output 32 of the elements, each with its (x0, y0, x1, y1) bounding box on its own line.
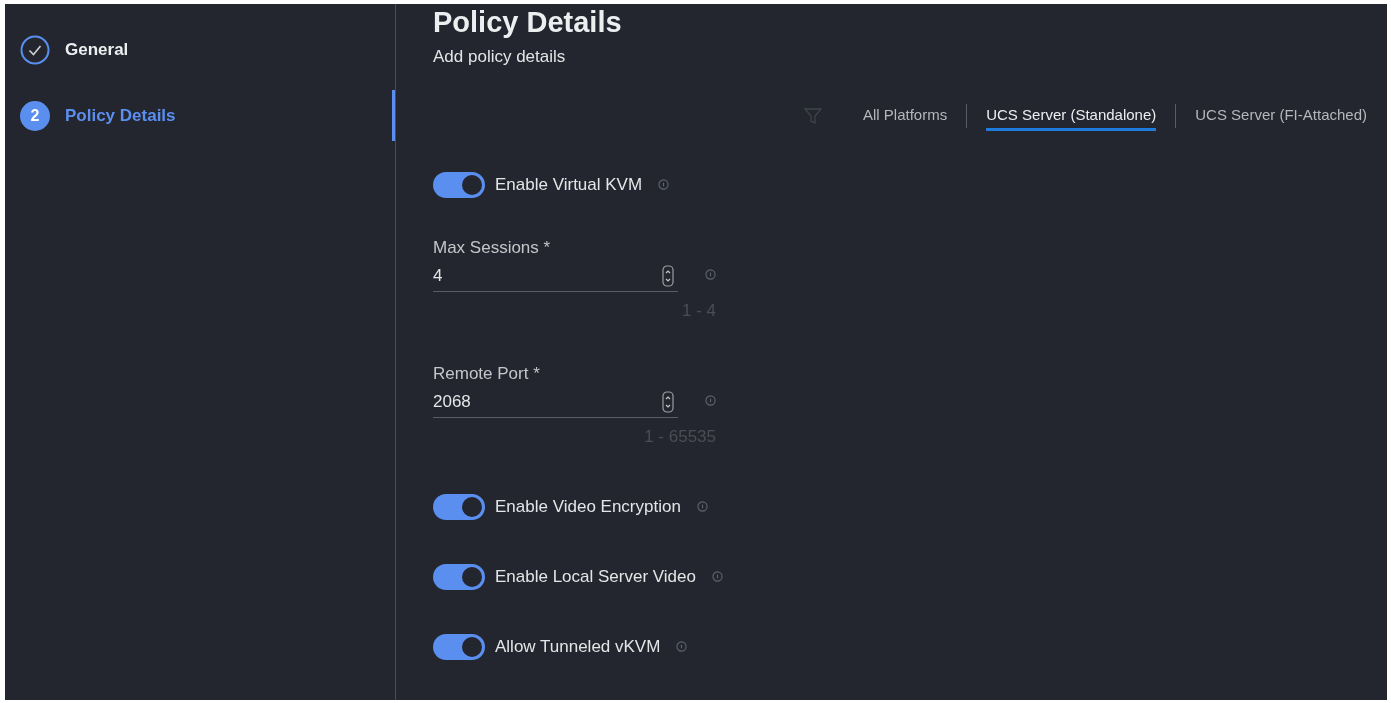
filter-icon[interactable] (803, 105, 823, 126)
toggle-label: Allow Tunneled vKVM (495, 635, 661, 658)
toggle-label: Enable Video Encryption (495, 495, 681, 518)
spinner-icon[interactable] (662, 390, 674, 413)
step-item[interactable]: General (5, 24, 395, 75)
toggle-switch[interactable] (433, 633, 485, 660)
step-label: General (65, 38, 129, 61)
check-circle-icon (20, 34, 50, 65)
toggle-label: Enable Local Server Video (495, 565, 696, 588)
info-icon[interactable] (658, 179, 670, 190)
info-icon[interactable] (676, 641, 688, 652)
toggle-label: Enable Virtual KVM (495, 173, 643, 196)
platform-tab[interactable]: UCS Server (FI-Attached) (1195, 99, 1367, 132)
field-label: Max Sessions * (433, 236, 552, 259)
info-icon[interactable] (705, 394, 716, 406)
info-icon[interactable] (705, 268, 716, 280)
step-item[interactable]: 2 Policy Details (5, 90, 395, 141)
field-label: Remote Port * (433, 362, 541, 385)
step-number: 2 (20, 100, 50, 131)
step-label: Policy Details (65, 104, 176, 127)
toggle-switch[interactable] (433, 563, 485, 590)
platform-tab[interactable]: UCS Server (Standalone) (986, 99, 1157, 132)
number-field[interactable]: 4 (433, 260, 678, 292)
info-icon[interactable] (712, 571, 723, 582)
page-title: Policy Details (433, 5, 623, 40)
info-icon[interactable] (696, 501, 708, 512)
page-subtitle: Add policy details (433, 46, 567, 68)
toggle-switch[interactable] (433, 493, 485, 520)
number-field[interactable]: 2068 (433, 386, 678, 418)
platform-tab[interactable]: All Platforms (863, 99, 948, 132)
spinner-icon[interactable] (662, 264, 674, 287)
toggle-switch[interactable] (433, 171, 485, 198)
